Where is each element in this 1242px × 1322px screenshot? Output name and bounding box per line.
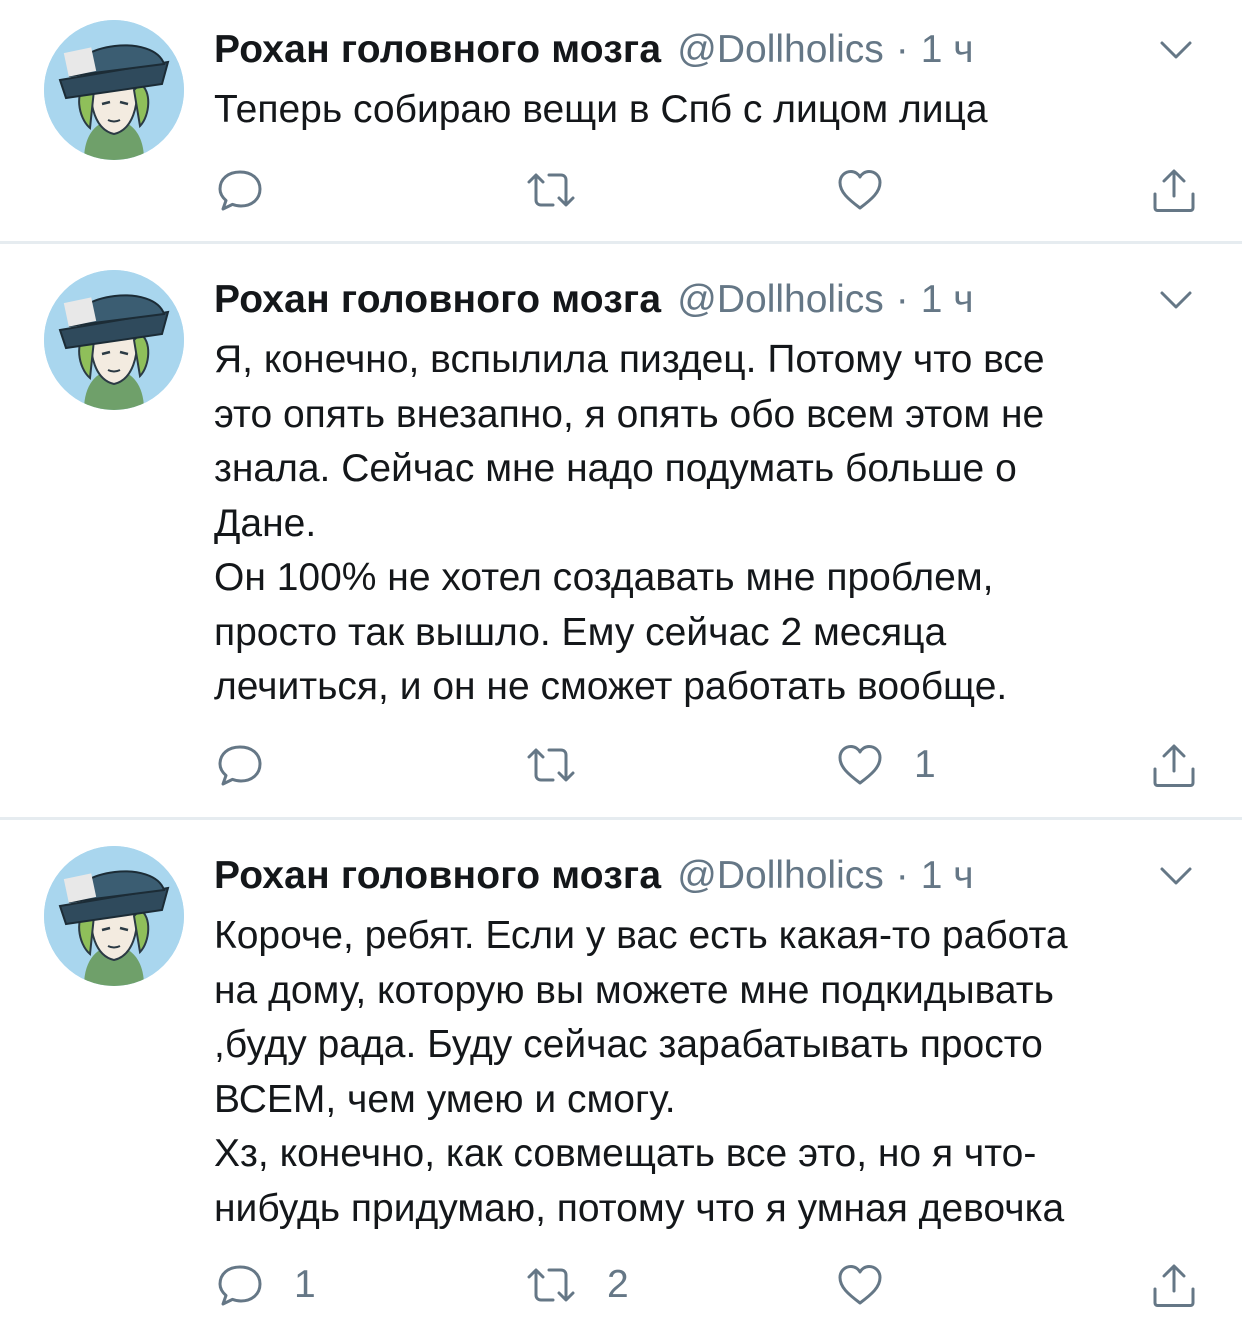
share-icon: [1153, 169, 1195, 212]
author-name[interactable]: Рохан головного мозга: [214, 854, 661, 898]
tweet-text: Теперь собираю вещи в Спб с лицом лица: [214, 83, 1214, 138]
avatar-image: [44, 846, 184, 986]
tweet-text-line: просто так вышло. Ему сейчас 2 месяца: [214, 610, 947, 654]
chevron-down-icon[interactable]: [1156, 856, 1196, 896]
tweet-text-line: Дане.: [214, 501, 317, 545]
tweet-text-line: Хз, конечно, как совмещать все это, но я…: [214, 1132, 1037, 1175]
share-icon: [1153, 1264, 1195, 1307]
tweet-text-line: Короче, ребят. Если у вас есть какая-то …: [214, 914, 1068, 957]
tweet[interactable]: Рохан головного мозга @Dollholics · 1 ч …: [0, 244, 1242, 820]
chevron-down-icon[interactable]: [1156, 280, 1196, 320]
reply-icon: [218, 745, 262, 786]
author-name[interactable]: Рохан головного мозга: [214, 278, 661, 322]
chevron-down-icon[interactable]: [1156, 30, 1196, 70]
tweet-text-line: Я, конечно, вспылила пиздец. Потому что …: [214, 338, 1045, 381]
avatar[interactable]: [44, 846, 184, 986]
tweet-text-line: нибудь придумаю, потому что я умная дево…: [214, 1186, 1065, 1230]
retweet-icon: [527, 748, 575, 782]
tweet-text-line: знала. Сейчас мне надо подумать больше о: [214, 447, 1017, 490]
tweet-text-line: ВСЕМ, чем умею и смогу.: [214, 1077, 676, 1121]
avatar-image: [44, 270, 184, 410]
reply-count: 1: [294, 1263, 316, 1306]
tweet-text-line: Он 100% не хотел создавать мне проблем,: [214, 556, 994, 599]
retweet-icon: [527, 173, 575, 207]
tweet-header: Рохан головного мозга @Dollholics · 1 ч: [214, 851, 974, 901]
separator-dot: ·: [895, 28, 909, 71]
author-handle[interactable]: @Dollholics: [677, 28, 883, 72]
timestamp[interactable]: 1 ч: [921, 278, 974, 322]
retweet-button[interactable]: 2: [525, 1257, 629, 1313]
tweet-actions: [0, 162, 1242, 218]
tweet-text: Я, конечно, вспылила пиздец. Потому что …: [214, 333, 1214, 715]
heart-icon: [838, 745, 882, 785]
like-button[interactable]: 1: [836, 737, 936, 793]
tweet-header: Рохан головного мозга @Dollholics · 1 ч: [214, 25, 974, 75]
author-name[interactable]: Рохан головного мозга: [214, 28, 661, 72]
tweet-text-line: Теперь собираю вещи в Спб с лицом лица: [214, 88, 988, 131]
like-count: 1: [914, 743, 936, 786]
share-button[interactable]: [1150, 1257, 1198, 1313]
tweet[interactable]: Рохан головного мозга @Dollholics · 1 ч …: [0, 820, 1242, 1322]
reply-icon: [218, 1265, 262, 1306]
author-handle[interactable]: @Dollholics: [677, 854, 883, 898]
tweet-feed: Рохан головного мозга @Dollholics · 1 ч …: [0, 0, 1242, 1322]
author-handle[interactable]: @Dollholics: [677, 278, 883, 322]
reply-button[interactable]: [216, 162, 294, 218]
share-button[interactable]: [1150, 737, 1198, 793]
reply-icon: [218, 170, 262, 211]
tweet-actions: 1: [0, 737, 1242, 793]
reply-button[interactable]: 1: [216, 1257, 316, 1313]
heart-icon: [838, 170, 882, 210]
avatar[interactable]: [44, 20, 184, 160]
retweet-button[interactable]: [525, 162, 607, 218]
tweet[interactable]: Рохан головного мозга @Dollholics · 1 ч …: [0, 0, 1242, 244]
like-button[interactable]: [836, 162, 914, 218]
avatar[interactable]: [44, 270, 184, 410]
share-icon: [1153, 744, 1195, 787]
timestamp[interactable]: 1 ч: [921, 28, 974, 72]
tweet-actions: 1 2: [0, 1257, 1242, 1313]
reply-button[interactable]: [216, 737, 294, 793]
retweet-count: 2: [607, 1263, 629, 1306]
tweet-text: Короче, ребят. Если у вас есть какая-то …: [214, 909, 1214, 1236]
retweet-button[interactable]: [525, 737, 607, 793]
tweet-text-line: на дому, которую вы можете мне подкидыва…: [214, 968, 1054, 1012]
separator-dot: ·: [895, 854, 909, 897]
tweet-text-line: ,буду рада. Буду сейчас зарабатывать про…: [214, 1023, 1043, 1066]
tweet-text-line: лечиться, и он не сможет работать вообще…: [214, 665, 1008, 708]
tweet-text-line: это опять внезапно, я опять обо всем это…: [214, 392, 1045, 436]
avatar-image: [44, 20, 184, 160]
separator-dot: ·: [895, 278, 909, 321]
retweet-icon: [527, 1268, 575, 1302]
timestamp[interactable]: 1 ч: [921, 854, 974, 898]
like-button[interactable]: [836, 1257, 914, 1313]
heart-icon: [838, 1265, 882, 1305]
share-button[interactable]: [1150, 162, 1198, 218]
tweet-header: Рохан головного мозга @Dollholics · 1 ч: [214, 275, 974, 325]
